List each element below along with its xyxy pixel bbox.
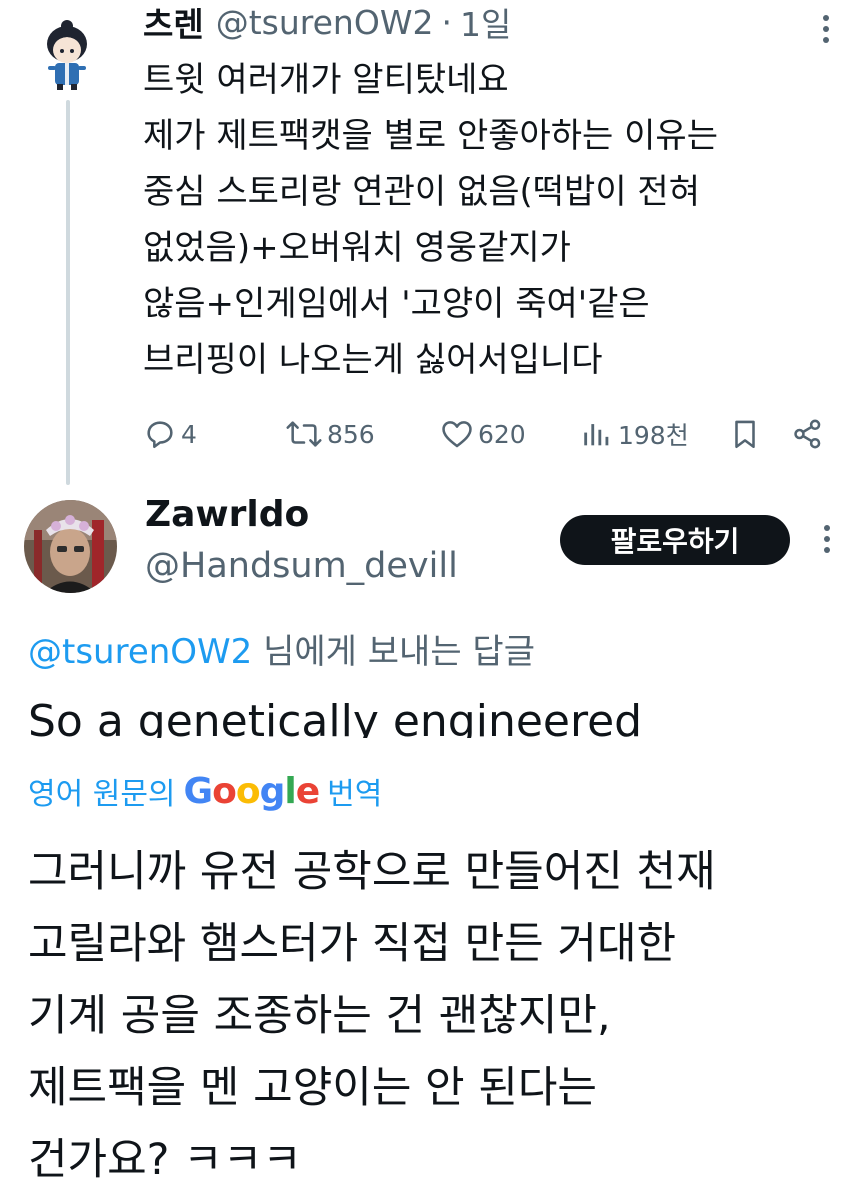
reply-author-avatar[interactable] — [24, 500, 117, 593]
avatar-photo-icon — [24, 500, 117, 593]
replying-to-suffix: 님에게 보내는 답글 — [252, 632, 535, 672]
tweet-text-line: 않음+인게임에서 '고양이 죽여'같은 — [143, 284, 650, 324]
tweet-text-line: 중심 스토리랑 연관이 없음(떡밥이 전혀 — [143, 172, 700, 212]
translation-action-label: 번역 — [327, 777, 383, 812]
like-count: 620 — [478, 419, 526, 449]
tweet-text-line: 제가 제트팩캣을 별로 안좋아하는 이유는 — [143, 116, 718, 156]
retweet-count: 856 — [327, 419, 375, 449]
share-icon — [794, 419, 821, 449]
thread-connector-line — [66, 100, 70, 485]
share-button[interactable] — [791, 412, 825, 456]
tweet-header: 츠렌 @tsurenOW2 · 1일 — [143, 0, 511, 46]
translated-text-line: 기계 공을 조종하는 건 괜찮지만, — [28, 991, 611, 1041]
google-logo: Google — [183, 770, 321, 812]
tweet-display-name[interactable]: 츠렌 — [143, 0, 204, 46]
translated-text-line: 제트팩을 멘 고양이는 안 된다는 — [28, 1063, 597, 1113]
reply-icon — [147, 421, 173, 449]
retweet-icon — [286, 421, 322, 447]
translated-text-line: 그러니까 유전 공학으로 만들어진 천재 — [28, 847, 716, 897]
tweet-author-avatar[interactable] — [26, 14, 108, 96]
replying-to-line: @tsurenOW2 님에게 보내는 답글 — [28, 624, 535, 673]
reply-more-options-icon[interactable] — [815, 522, 839, 556]
header-separator: · — [441, 2, 452, 42]
reply-button[interactable]: 4 — [143, 412, 197, 456]
replying-to-mention[interactable]: @tsurenOW2 — [28, 632, 252, 672]
reply-handle[interactable]: @Handsum_devill — [145, 546, 458, 586]
reply-display-name[interactable]: Zawrldo — [145, 494, 309, 535]
follow-button[interactable]: 팔로우하기 — [560, 515, 790, 565]
like-button[interactable]: 620 — [440, 412, 526, 456]
translation-source-label: 영어 원문의 — [28, 777, 176, 812]
original-text-clipped: So a genetically engineered — [28, 690, 848, 738]
tweet-text-line: 없었음)+오버워치 영웅같지가 — [143, 228, 571, 268]
tweet-action-bar: 4 856 620 198천 — [143, 412, 843, 456]
bookmark-button[interactable] — [728, 412, 762, 456]
tweet-text: 트윗 여러개가 알티탔네요 제가 제트팩캣을 별로 안좋아하는 이유는 중심 스… — [143, 52, 843, 388]
like-icon — [442, 421, 472, 448]
views-count: 198천 — [618, 421, 689, 450]
avatar-chibi-icon — [26, 14, 108, 96]
views-button[interactable]: 198천 — [580, 412, 689, 456]
tweet-timestamp[interactable]: 1일 — [460, 0, 511, 46]
more-options-icon[interactable] — [812, 12, 840, 46]
bookmark-icon — [735, 420, 755, 449]
original-text: So a genetically engineered — [28, 696, 643, 738]
tweet-handle[interactable]: @tsurenOW2 — [216, 3, 434, 42]
translation-attribution[interactable]: 영어 원문의 Google 번역 — [28, 764, 382, 818]
tweet-text-line: 트윗 여러개가 알티탔네요 — [143, 60, 509, 100]
views-icon — [584, 424, 609, 446]
translated-text-line: 건가요? ㅋㅋㅋ — [28, 1135, 302, 1185]
reply-count: 4 — [181, 419, 197, 449]
retweet-button[interactable]: 856 — [285, 412, 375, 456]
tweet-text-line: 브리핑이 나오는게 싫어서입니다 — [143, 340, 603, 380]
translated-text-line: 고릴라와 햄스터가 직접 만든 거대한 — [28, 919, 677, 969]
translated-text: 그러니까 유전 공학으로 만들어진 천재 고릴라와 햄스터가 직접 만든 거대한… — [28, 836, 848, 1196]
